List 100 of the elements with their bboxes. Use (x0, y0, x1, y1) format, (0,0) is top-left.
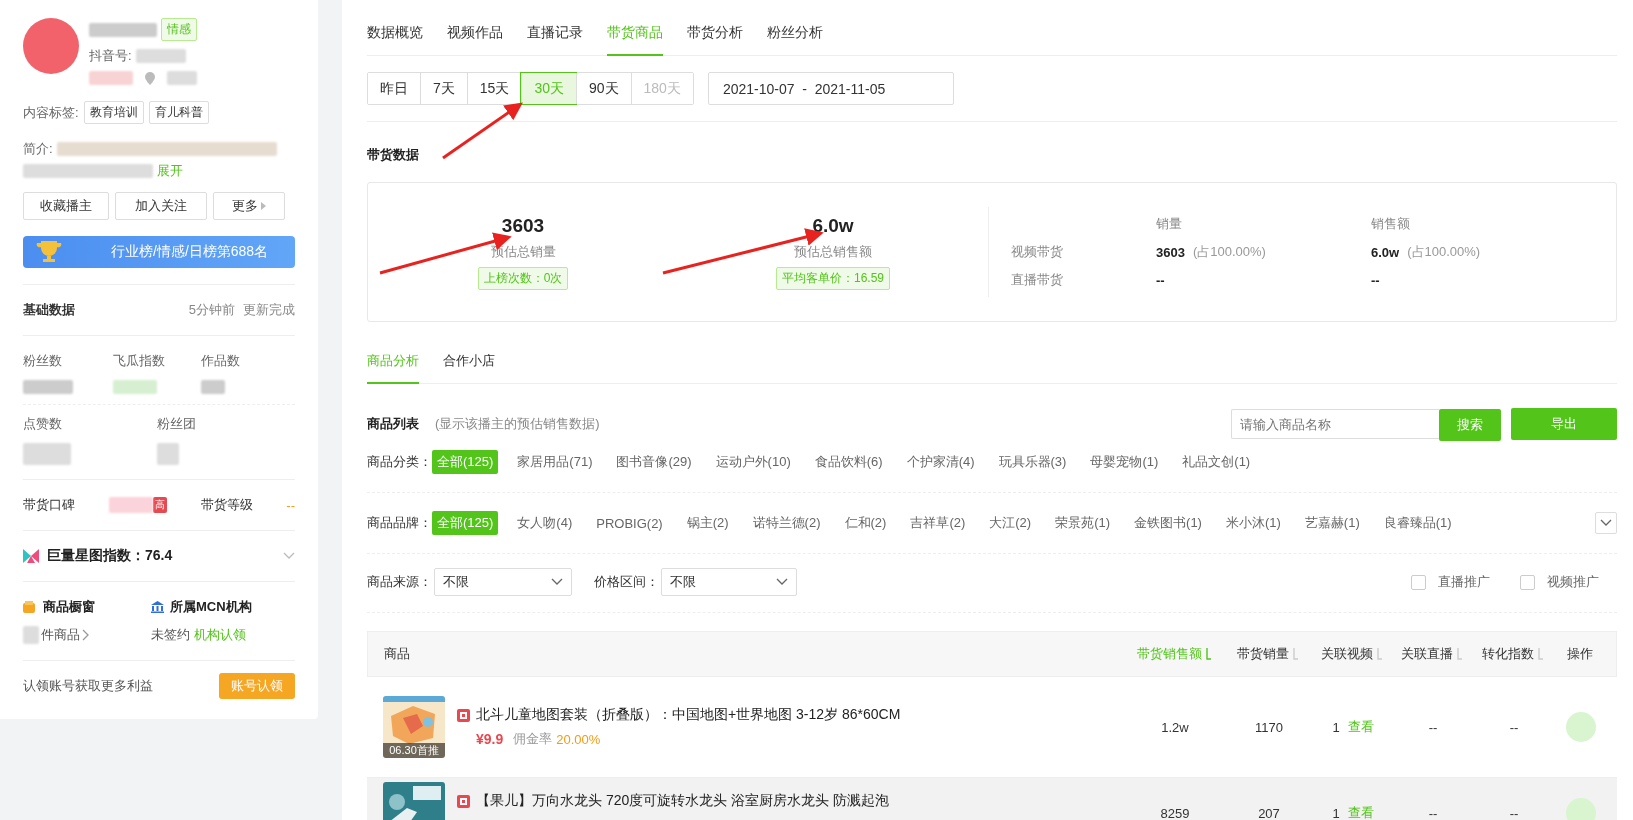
action-button[interactable]: 收藏播主 (23, 192, 109, 220)
filter-option[interactable]: 女人吻(4) (512, 511, 578, 535)
tab[interactable]: 数据概览 (367, 0, 423, 56)
tab[interactable]: 带货分析 (687, 0, 743, 56)
avatar (23, 18, 79, 74)
select-field[interactable]: 不限 (434, 568, 572, 596)
action-button[interactable]: 加入关注 (115, 192, 207, 220)
product-title[interactable]: 【果儿】万向水龙头 720度可旋转水龙头 浴室厨房水龙头 防溅起泡 (476, 792, 890, 810)
section-title: 基础数据 (23, 301, 75, 319)
checkbox[interactable] (1411, 574, 1426, 590)
tab[interactable]: 直播记录 (527, 0, 583, 56)
filter-option[interactable]: 诺特兰德(2) (747, 511, 826, 535)
blurred-text (108, 497, 153, 513)
shop-title: 商品橱窗 (43, 598, 95, 616)
tab[interactable]: 视频作品 (447, 0, 503, 56)
column-header: 销售额 (1371, 215, 1411, 233)
filter-option[interactable]: 金铁图书(1) (1129, 511, 1207, 535)
column-header: 操作 (1566, 645, 1594, 663)
filter-option[interactable]: 良睿臻品(1) (1378, 511, 1457, 535)
column-header[interactable]: 关联视频 (1312, 645, 1392, 663)
filter-option[interactable]: 艺嘉赫(1) (1299, 511, 1365, 535)
amount-value: -- (1371, 272, 1380, 288)
checkbox[interactable] (1520, 574, 1535, 590)
commission-rate: 20.00% (556, 731, 601, 747)
filter-option[interactable]: 食品饮料(6) (809, 450, 888, 474)
filter-option[interactable]: 图书音像(29) (611, 450, 697, 474)
filter-option[interactable]: 玩具乐器(3) (993, 450, 1072, 474)
tab[interactable]: 合作小店 (443, 330, 495, 384)
level-label: 带货等级 (200, 496, 253, 514)
date-range-field[interactable]: 2021-10-07 - 2021-11-05 (707, 72, 954, 105)
filter-option[interactable]: 母婴宠物(1) (1085, 450, 1164, 474)
column-header[interactable]: 关联直播 (1392, 645, 1472, 663)
expand-button[interactable] (1595, 512, 1617, 534)
summary-label: 预估总销量 (490, 242, 556, 261)
search-field[interactable]: 请输入商品名称 (1231, 409, 1439, 439)
thumb-label: 06.30首推 (383, 743, 445, 758)
checkbox-label: 直播推广 (1438, 573, 1490, 591)
blurred-text (23, 380, 73, 394)
summary-value: 6.0w (812, 214, 854, 237)
column-header[interactable]: 带货销量 (1224, 645, 1312, 663)
sort-icon (1292, 648, 1299, 660)
filter-option[interactable]: 仁和(2) (839, 511, 892, 535)
level-value: -- (286, 497, 295, 513)
list-title: 商品列表 (367, 415, 419, 433)
filter-option[interactable]: 个护家清(4) (901, 450, 980, 474)
section-title: 带货数据 (367, 147, 419, 162)
filter-option[interactable]: 运动户外(10) (710, 450, 796, 474)
product-title[interactable]: 北斗儿童地图套装（折叠版）：中国地图+世界地图 3-12岁 86*60CM (476, 706, 901, 724)
table-cell-text: -- (1427, 805, 1439, 820)
column-header: 销量 (1156, 215, 1183, 233)
star-logo-icon (23, 549, 39, 563)
column-header[interactable]: 转化指数 (1472, 645, 1554, 663)
filter-option[interactable]: 米小沐(1) (1220, 511, 1286, 535)
tab[interactable]: 粉丝分析 (767, 0, 823, 56)
blurred-text (89, 22, 157, 37)
summary-badge: 平均客单价：16.59 (776, 266, 890, 290)
stat-label: 粉丝团 (157, 415, 197, 433)
sales-value: 3603 (1156, 244, 1185, 260)
filter-option[interactable]: PROBIG(2) (591, 512, 668, 534)
filter-option[interactable]: 吉祥草(2) (905, 511, 971, 535)
filter-label: 商品品牌： (367, 514, 432, 532)
sort-icon (1456, 648, 1463, 660)
filter-option[interactable]: 家居用品(71) (512, 450, 598, 474)
filter-option[interactable]: 大江(2) (984, 511, 1037, 535)
mcn-status: 未签约 (151, 626, 190, 644)
sales-value: -- (1156, 272, 1165, 288)
summary-badge: 上榜次数：0次 (477, 266, 569, 290)
filter-option[interactable]: 锅主(2) (681, 511, 734, 535)
blurred-text (23, 626, 39, 644)
content-tags-label: 内容标签: (23, 103, 79, 122)
category-tag: 情感 (161, 18, 197, 41)
select-field[interactable]: 不限 (661, 568, 797, 596)
summary-label: 预估总销售额 (794, 242, 872, 261)
row-label: 视频带货 (1011, 243, 1064, 261)
chevron-down-icon[interactable] (283, 552, 295, 560)
blurred-text (135, 49, 186, 63)
table-cell-text: -- (1427, 719, 1439, 735)
table-cell: 1 (1332, 719, 1340, 735)
update-time: 5分钟前 (188, 301, 235, 319)
share-value: (占100.00%) (1407, 243, 1481, 261)
mcn-title: 所属MCN机构 (170, 598, 252, 616)
douyin-id-label: 抖音号: (89, 47, 132, 65)
action-icon[interactable] (1566, 798, 1596, 820)
chevron-down-icon (1600, 519, 1612, 527)
table-cell: 1 (1332, 805, 1340, 820)
star-index: 巨量星图指数：76.4 (47, 547, 173, 565)
checkbox-label: 视频推广 (1547, 573, 1599, 591)
blurred-text (113, 380, 157, 394)
chevron-down-icon (551, 578, 563, 586)
filter-option[interactable]: 荣景苑(1) (1050, 511, 1116, 535)
action-icon[interactable] (1566, 712, 1596, 742)
action-button[interactable]: 更多 (213, 192, 285, 220)
summary-value: 3603 (501, 214, 545, 237)
claim-text: 认领账号获取更多利益 (23, 677, 153, 695)
filter-option[interactable]: 礼品文创(1) (1177, 450, 1256, 474)
trophy-icon (35, 240, 63, 264)
reputation-label: 带货口碑 (23, 496, 75, 514)
blurred-text (89, 71, 133, 85)
table-cell-text: 1.2w (1160, 719, 1190, 735)
chevron-right-icon[interactable] (82, 629, 90, 641)
